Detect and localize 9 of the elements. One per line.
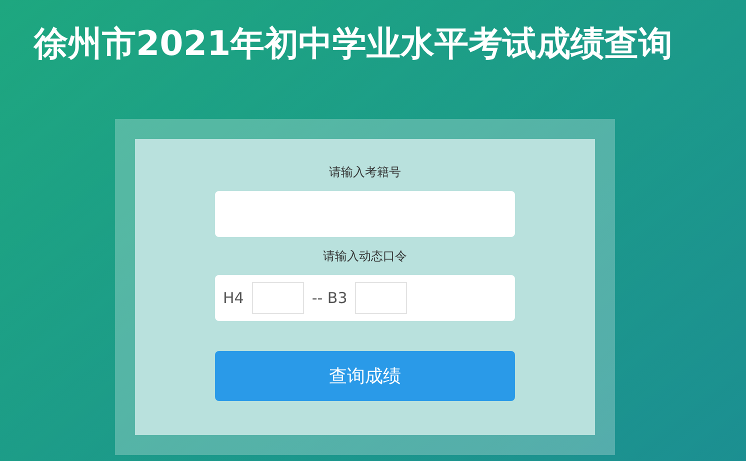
- field-label: 请输入动态口令: [323, 248, 407, 265]
- code-prefix: -- B3: [312, 288, 348, 309]
- page-title: 徐州市2021年初中学业水平考试成绩查询: [34, 23, 673, 66]
- code-input[interactable]: [355, 282, 408, 314]
- code-input[interactable]: [252, 282, 304, 314]
- submit-button[interactable]: 查询成绩: [215, 351, 515, 401]
- field-label: 请输入考籍号: [329, 164, 401, 181]
- input-field[interactable]: [215, 191, 515, 237]
- code-prefix: H4: [223, 288, 244, 309]
